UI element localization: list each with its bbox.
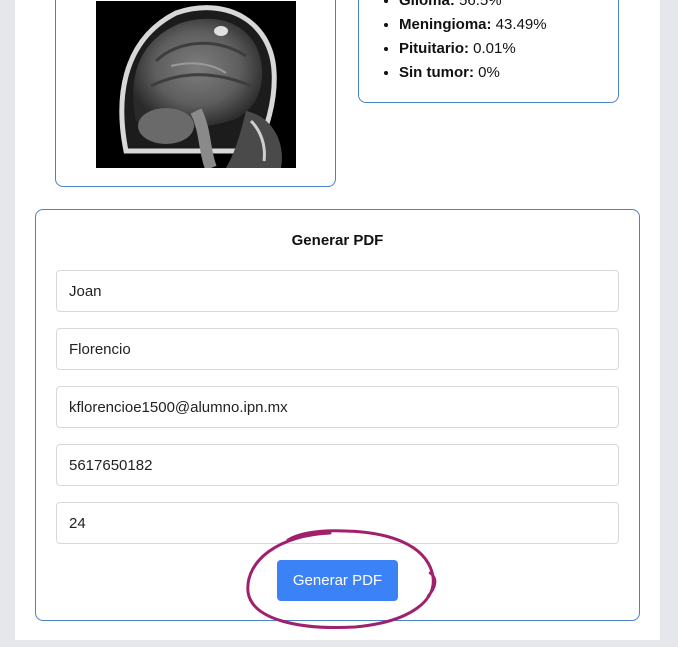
results-card: Glioma: 56.5% Meningioma: 43.49% Pituita… xyxy=(358,0,619,103)
first-name-input[interactable] xyxy=(56,270,619,312)
result-label: Pituitario: xyxy=(399,40,469,57)
results-list: Glioma: 56.5% Meningioma: 43.49% Pituita… xyxy=(379,0,547,85)
result-label: Sin tumor: xyxy=(399,64,474,81)
email-input[interactable] xyxy=(56,386,619,428)
result-label: Glioma: xyxy=(399,0,455,9)
result-value: 0% xyxy=(478,64,500,81)
result-item-sin-tumor: Sin tumor: 0% xyxy=(399,61,547,85)
phone-input[interactable] xyxy=(56,444,619,486)
result-item-glioma: Glioma: 56.5% xyxy=(399,0,547,13)
mri-scan-image xyxy=(96,1,296,168)
generate-pdf-card: Generar PDF Generar PDF xyxy=(35,209,640,621)
result-label: Meningioma: xyxy=(399,16,492,33)
result-value: 0.01% xyxy=(473,40,516,57)
age-input[interactable] xyxy=(56,502,619,544)
result-value: 56.5% xyxy=(459,0,502,9)
mri-image-card xyxy=(55,0,336,187)
form-title: Generar PDF xyxy=(291,232,384,249)
result-item-pituitario: Pituitario: 0.01% xyxy=(399,37,547,61)
last-name-input[interactable] xyxy=(56,328,619,370)
result-item-meningioma: Meningioma: 43.49% xyxy=(399,13,547,37)
generate-pdf-button[interactable]: Generar PDF xyxy=(277,560,398,601)
result-value: 43.49% xyxy=(495,16,547,33)
